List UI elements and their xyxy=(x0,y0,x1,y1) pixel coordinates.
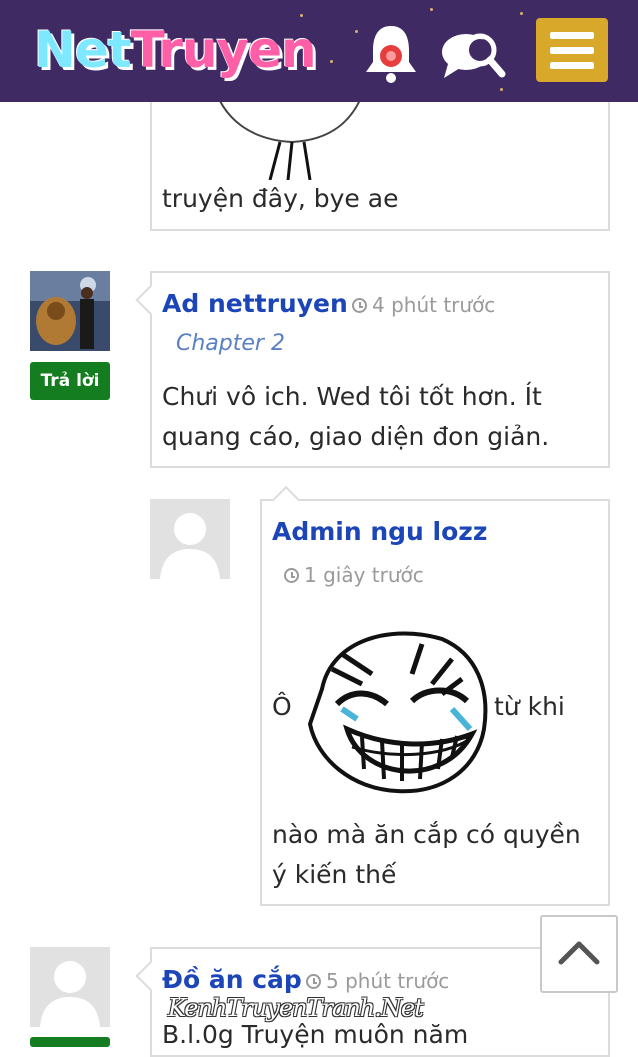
watermark: KenhTruyenTranh.Net xyxy=(168,994,424,1022)
scroll-to-top-button[interactable] xyxy=(540,915,618,993)
decor-sparkle xyxy=(520,12,523,15)
comment-box: Admin ngu lozz 1 giây trước Ô từ khi nào… xyxy=(260,485,610,906)
comment-time: 1 giây trước xyxy=(284,563,424,587)
site-logo[interactable]: NetTruyen xyxy=(34,20,317,80)
comment-text-line: nào mà ăn cắp có quyền xyxy=(272,820,581,849)
menu-icon-bar xyxy=(550,47,594,54)
laughing-meme-face-image xyxy=(307,631,488,794)
menu-icon-bar xyxy=(550,62,594,69)
reply-button[interactable]: Trả lời xyxy=(30,362,110,400)
default-avatar-icon xyxy=(30,947,110,1027)
bell-icon[interactable] xyxy=(362,22,420,84)
comment-text-line: truyện đây, bye ae xyxy=(162,184,399,213)
decor-sparkle xyxy=(430,8,433,11)
avatar-image xyxy=(30,271,110,351)
chevron-up-icon xyxy=(558,941,600,965)
comment-time: 5 phút trước xyxy=(306,969,449,993)
logo-text-truyen: Truyen xyxy=(130,21,317,79)
comment-text-line: Chưi vô ich. Wed tôi tốt hơn. Ít xyxy=(162,382,542,411)
search-icon[interactable] xyxy=(440,26,506,82)
menu-button[interactable] xyxy=(536,18,608,82)
comment-time-text: 4 phút trước xyxy=(372,293,496,317)
avatar[interactable] xyxy=(150,499,230,579)
comment-time-text: 1 giây trước xyxy=(304,563,424,587)
avatar[interactable] xyxy=(30,947,110,1027)
comment-text-line: ý kiến thế xyxy=(272,860,397,889)
comment-text-before-image: Ô xyxy=(272,692,292,721)
comment-author[interactable]: Admin ngu lozz xyxy=(272,517,487,546)
avatar[interactable] xyxy=(30,271,110,351)
comment-time-text: 5 phút trước xyxy=(326,969,450,993)
decor-sparkle xyxy=(330,60,333,63)
decor-sparkle xyxy=(500,88,503,91)
decor-sparkle xyxy=(300,14,303,17)
comment-author[interactable]: Đồ ăn cắp xyxy=(162,965,302,994)
clock-icon xyxy=(306,974,321,989)
menu-icon-bar xyxy=(550,32,594,39)
default-avatar-icon xyxy=(150,499,230,579)
comment-text-after-image: từ khi xyxy=(494,692,565,721)
comment-chapter-link[interactable]: Chapter 2 xyxy=(176,331,285,356)
comment-author[interactable]: Ad nettruyen xyxy=(162,289,348,318)
comment-box: Ad nettruyen 4 phút trước Chapter 2 Chưi… xyxy=(135,271,610,468)
site-header: NetTruyen xyxy=(0,0,638,102)
logo-text-net: Net xyxy=(34,21,132,79)
reply-button[interactable] xyxy=(30,1037,110,1047)
clock-icon xyxy=(352,298,367,313)
comment-pointer xyxy=(271,485,301,515)
comment-text-line: quang cáo, giao diện đon giản. xyxy=(162,422,550,451)
comment-time: 4 phút trước xyxy=(352,293,495,317)
decor-sparkle xyxy=(355,30,358,33)
clock-icon xyxy=(284,568,299,583)
